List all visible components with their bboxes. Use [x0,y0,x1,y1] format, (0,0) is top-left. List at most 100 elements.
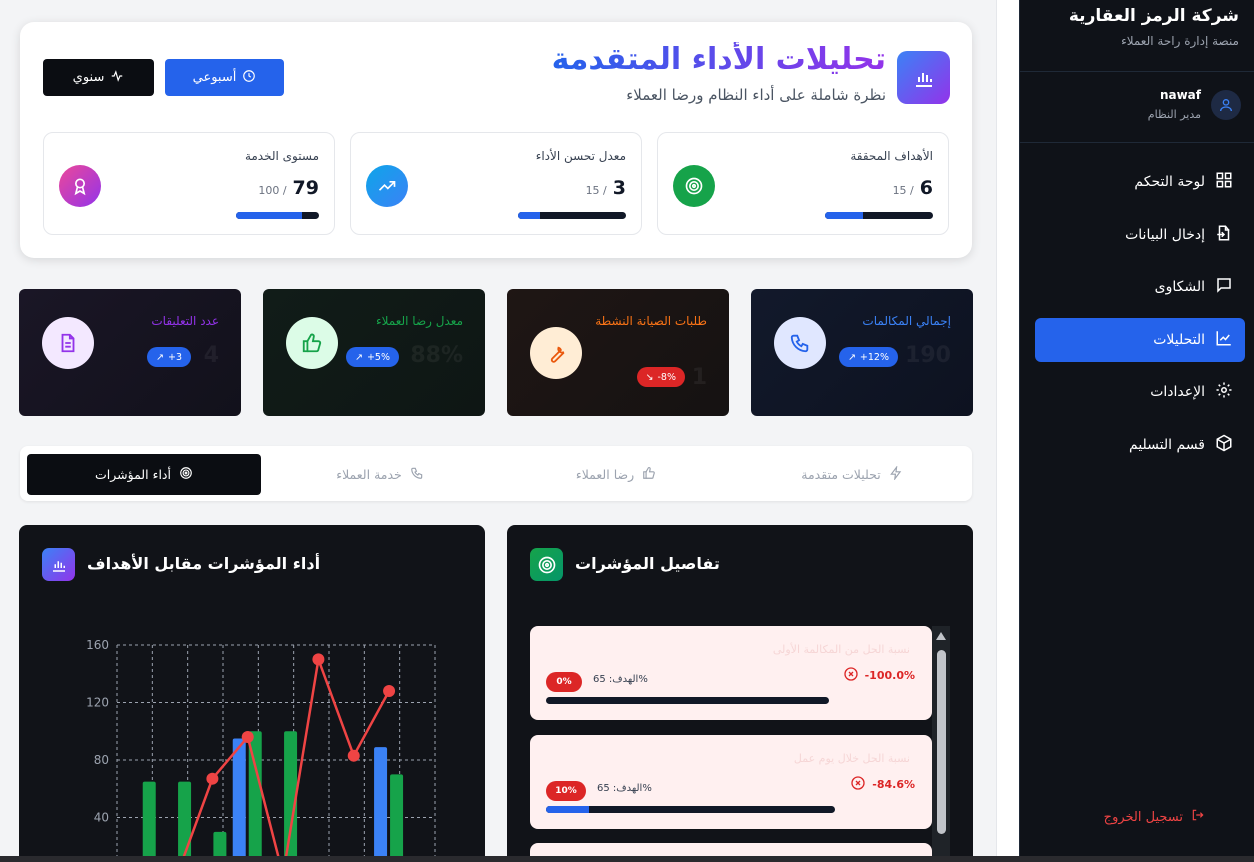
kpi-chart: 160 120 80 40 [86,638,436,862]
kpi-badge-text: -8% [657,371,677,383]
yearly-button[interactable]: سنوي [43,59,154,96]
tab-customer-satisfaction[interactable]: رضا العملاء [499,454,733,495]
y-tick-label: 80 [94,753,109,767]
kpi-badge: ↗ +12% [838,347,898,367]
trend-up-icon: ↗ [156,351,164,363]
kpi-badge-text: +3 [167,351,182,363]
sidebar-item-label: الإعدادات [1150,384,1205,400]
stat-number: 3 [612,177,626,199]
weekly-button[interactable]: أسبوعي [165,59,284,96]
scrollbar-thumb[interactable] [937,650,946,834]
indicator-delta: -84.6% [850,775,915,794]
stat-card-goals: الأهداف المحققة 15 / 6 [657,132,949,235]
indicator-progress-fill [546,806,590,813]
kpi-badge-text: +12% [859,351,889,363]
stat-card-service-level: مستوى الخدمة 100 / 79 [43,132,335,235]
award-icon [59,165,101,207]
trend-up-icon: ↗ [355,351,363,363]
sidebar-item-delivery[interactable]: قسم التسليم [1035,423,1245,467]
thumbs-up-icon [286,317,338,369]
indicator-percent: 0% [546,672,582,692]
sidebar-item-complaints[interactable]: الشكاوى [1035,265,1245,309]
stat-progress-fill [825,212,863,219]
tab-customer-service[interactable]: خدمة العملاء [263,454,497,495]
stat-progress [518,212,626,219]
bar-series-2 [390,774,404,862]
trend-up-icon: ↗ [847,351,856,363]
y-tick-label: 40 [94,811,109,825]
sidebar-item-data-entry[interactable]: إدخال البيانات [1035,213,1245,257]
stat-card-improvement: معدل تحسن الأداء 15 / 3 [350,132,642,235]
stat-value: 100 / 79 [258,177,319,199]
sidebar-panel: شركة الرمز العقارية منصة إدارة راحة العم… [1019,0,1254,862]
kpi-details-panel: تفاصيل المؤشرات نسبة الحل من المكالمة ال… [507,525,973,862]
indicator-progress [546,697,829,704]
tab-bar: تحليلات متقدمة رضا العملاء خدمة العملاء … [20,446,972,501]
activity-icon [110,69,124,87]
kpi-label: معدل رضا العملاء [375,314,463,328]
tab-label: أداء المؤشرات [95,467,171,482]
sidebar-item-dashboard[interactable]: لوحة التحكم [1035,160,1245,204]
complaints-icon [1215,276,1233,298]
sidebar-item-label: التحليلات [1153,331,1205,348]
divider [1020,71,1254,72]
kpi-card-comments: عدد التعليقات 4 ↗ +3 [19,289,241,416]
clock-icon [242,69,256,87]
page-subtitle: نظرة شاملة على أداء النظام ورضا العملاء [626,86,886,104]
kpi-value: 88% [410,343,463,368]
line-point [347,749,360,762]
sidebar-item-label: إدخال البيانات [1125,226,1205,243]
wrench-icon [530,327,582,379]
logout-icon [1191,808,1205,826]
target-icon [179,466,193,483]
kpi-card-maintenance: طلبات الصيانة النشطة 1 ↘ -8% [507,289,729,416]
analytics-icon [1215,329,1233,351]
company-tagline: منصة إدارة راحة العملاء [1121,34,1239,48]
thumbs-up-icon [642,466,656,483]
sidebar-item-analytics[interactable]: التحليلات [1035,317,1245,362]
line-point [312,653,325,666]
phone-icon [774,317,826,369]
kpi-card-satisfaction: معدل رضا العملاء 88% ↗ +5% [263,289,485,416]
stat-progress-fill [518,212,540,219]
indicator-delta: -100.0% [843,666,915,685]
scroll-up-icon[interactable] [935,631,947,641]
tab-label: تحليلات متقدمة [801,467,881,482]
kpi-label: عدد التعليقات [151,314,219,328]
scrollbar[interactable] [932,626,950,862]
sidebar-item-settings[interactable]: الإعدادات [1035,370,1245,414]
bar-series-2 [142,781,156,862]
line-point [241,731,254,743]
stat-progress-fill [236,212,302,219]
indicator-progress [546,806,835,813]
stat-value: 15 / 6 [893,177,933,199]
bar-series-2 [178,781,192,862]
tab-label: خدمة العملاء [336,467,402,482]
data-entry-icon [1215,224,1233,246]
trend-down-icon: ↘ [645,371,654,383]
stat-progress [825,212,933,219]
tab-advanced-analytics[interactable]: تحليلات متقدمة [735,454,969,495]
bolt-icon [889,465,903,483]
stat-total: 15 / [892,184,914,197]
document-icon [42,317,94,369]
weekly-label: أسبوعي [192,70,237,85]
indicator-card: نسبة الحل خلال يوم عمل 10% 65 :الهدف% -8… [530,735,932,829]
page-title: تحليلات الأداء المتقدمة [551,42,886,77]
kpi-badge: ↗ +5% [346,347,399,367]
kpi-badge: ↗ +3 [147,347,191,367]
bar-series-1 [232,738,246,862]
user-profile[interactable]: nawaf مدير النظام [1148,88,1241,121]
x-circle-icon [850,775,866,794]
trending-up-icon [366,165,408,207]
kpi-value: 190 [905,343,951,368]
kpi-value: 4 [203,343,219,368]
gear-icon [1215,381,1233,403]
tab-kpi-performance[interactable]: أداء المؤشرات [27,454,261,495]
y-tick-label: 160 [86,638,109,652]
logout-button[interactable]: تسجيل الخروج [1104,808,1205,826]
indicator-card: نسبة الحل من المكالمة الأولى 0% 65 :الهد… [530,626,932,720]
stat-number: 6 [919,177,933,199]
stat-total: 100 / [258,184,287,197]
target-icon [530,548,563,581]
